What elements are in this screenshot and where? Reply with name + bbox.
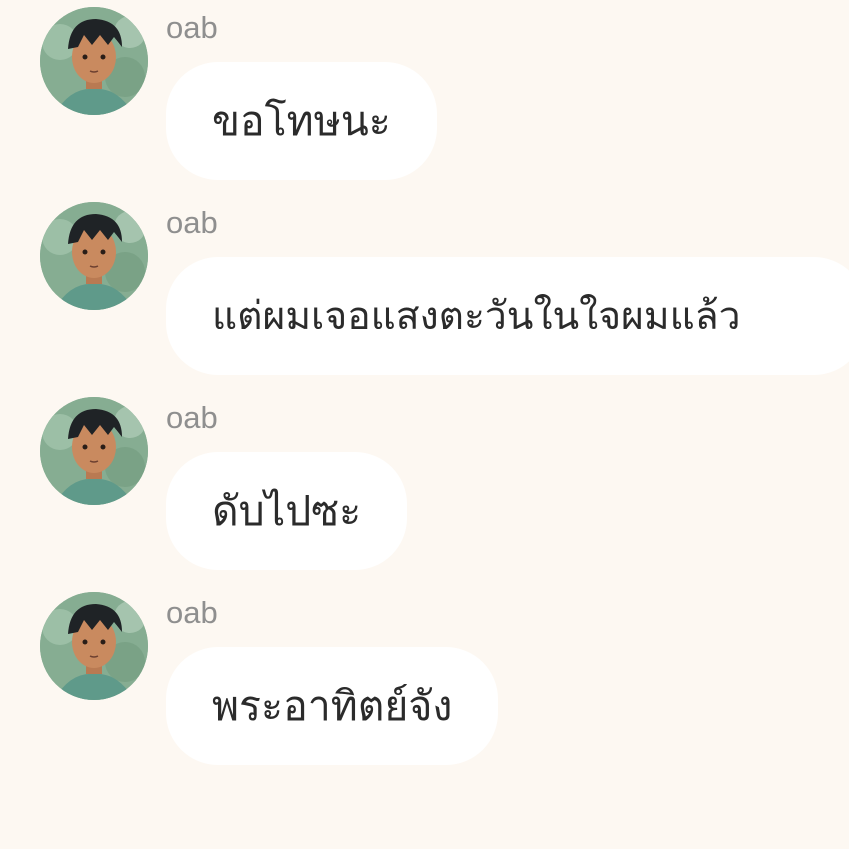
sender-name: oab <box>166 400 218 435</box>
avatar-icon <box>40 202 148 310</box>
message-row: oab ขอโทษนะ <box>0 0 849 190</box>
message-row: oab พระอาทิตย์จัง <box>0 585 849 775</box>
message-bubble[interactable]: พระอาทิตย์จัง <box>166 647 499 765</box>
sender-avatar[interactable] <box>40 397 148 505</box>
avatar-icon <box>40 592 148 700</box>
sender-name: oab <box>166 10 218 45</box>
sender-name: oab <box>166 205 218 240</box>
chat-thread: oab ขอโทษนะ oab แต่ผมเจอแสงตะวันในใจผมแล… <box>0 0 849 849</box>
message-row: oab แต่ผมเจอแสงตะวันในใจผมแล้ว <box>0 195 849 385</box>
sender-avatar[interactable] <box>40 592 148 700</box>
avatar-icon <box>40 7 148 115</box>
sender-avatar[interactable] <box>40 202 148 310</box>
message-bubble[interactable]: ดับไปซะ <box>166 452 408 570</box>
avatar-icon <box>40 397 148 505</box>
message-bubble[interactable]: ขอโทษนะ <box>166 62 437 180</box>
message-bubble[interactable]: แต่ผมเจอแสงตะวันในใจผมแล้ว <box>166 257 849 375</box>
message-row: oab ดับไปซะ <box>0 390 849 580</box>
sender-avatar[interactable] <box>40 7 148 115</box>
sender-name: oab <box>166 595 218 630</box>
